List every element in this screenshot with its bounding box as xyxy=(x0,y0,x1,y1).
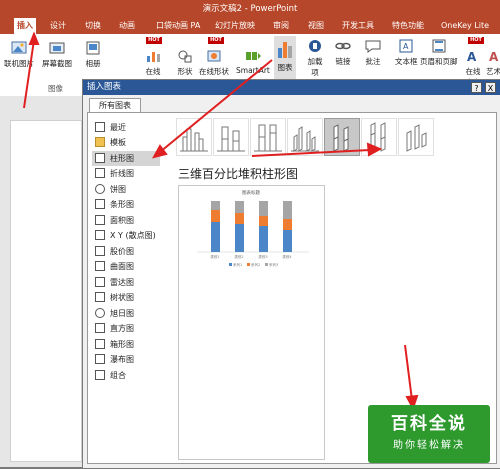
annotation-arrows xyxy=(23,31,419,411)
arrow-to-subtype xyxy=(251,149,371,157)
arrow-to-column-category xyxy=(159,59,273,153)
watermark-title: 百科全说 xyxy=(391,414,467,434)
watermark: 百科全说 助你轻松解决 xyxy=(368,405,490,463)
watermark-subtitle: 助你轻松解决 xyxy=(393,440,465,451)
arrow-to-insert-tab-head xyxy=(28,31,40,45)
arrow-to-ok xyxy=(404,344,413,401)
arrow-to-insert-tab xyxy=(23,39,35,109)
arrow-to-subtype-head xyxy=(366,142,383,157)
